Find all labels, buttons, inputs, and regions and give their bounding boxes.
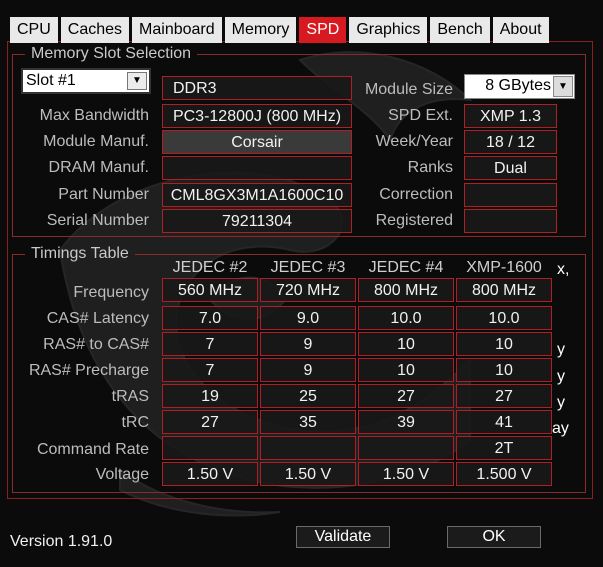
module-size-value: 8 GBytes bbox=[485, 77, 551, 94]
ras-to-cas-jedec-2: 7 bbox=[162, 332, 258, 356]
registered-label: Registered bbox=[375, 212, 453, 229]
week-year-label: Week/Year bbox=[375, 133, 453, 150]
voltage-jedec-2: 1.50 V bbox=[162, 462, 258, 486]
voltage-jedec-3: 1.50 V bbox=[260, 462, 356, 486]
cas-latency-label: CAS# Latency bbox=[46, 310, 149, 327]
module-size-label: Module Size bbox=[364, 81, 453, 98]
ras-to-cas-jedec-3: 9 bbox=[260, 332, 356, 356]
serial-number-value: 79211304 bbox=[162, 209, 352, 233]
voltage-xmp: 1.500 V bbox=[456, 462, 552, 486]
ras-precharge-xmp: 10 bbox=[456, 358, 552, 382]
tras-jedec-4: 27 bbox=[358, 384, 454, 408]
trc-jedec-2: 27 bbox=[162, 410, 258, 434]
ras-to-cas-xmp: 10 bbox=[456, 332, 552, 356]
dram-manuf-label: DRAM Manuf. bbox=[48, 159, 149, 176]
tab-graphics[interactable]: Graphics bbox=[349, 17, 428, 43]
tab-about[interactable]: About bbox=[492, 17, 549, 43]
frequency-jedec-3: 720 MHz bbox=[260, 278, 356, 302]
tras-label: tRAS bbox=[111, 388, 149, 405]
ras-precharge-jedec-3: 9 bbox=[260, 358, 356, 382]
spd-ext-value: XMP 1.3 bbox=[464, 104, 557, 128]
col-header-jedec-3: JEDEC #3 bbox=[270, 259, 346, 276]
module-manuf-value: Corsair bbox=[162, 130, 352, 154]
cas-latency-xmp: 10.0 bbox=[456, 306, 552, 330]
timings-table-title: Timings Table bbox=[31, 245, 129, 262]
tab-memory[interactable]: Memory bbox=[224, 17, 297, 43]
clipped-text-fragment: ay bbox=[552, 420, 569, 437]
col-header-jedec-4: JEDEC #4 bbox=[368, 259, 444, 276]
ras-to-cas-jedec-4: 10 bbox=[358, 332, 454, 356]
voltage-label: Voltage bbox=[95, 466, 149, 483]
tras-jedec-2: 19 bbox=[162, 384, 258, 408]
tras-xmp: 27 bbox=[456, 384, 552, 408]
slot-select[interactable]: Slot #1 ▼ bbox=[21, 68, 151, 94]
ranks-value: Dual bbox=[464, 156, 557, 180]
frequency-jedec-4: 800 MHz bbox=[358, 278, 454, 302]
command-rate-jedec-2 bbox=[162, 436, 258, 460]
frequency-jedec-2: 560 MHz bbox=[162, 278, 258, 302]
trc-label: tRC bbox=[121, 414, 149, 431]
tras-jedec-3: 25 bbox=[260, 384, 356, 408]
validate-button[interactable]: Validate bbox=[296, 526, 390, 548]
tab-bench[interactable]: Bench bbox=[430, 17, 490, 43]
memory-slot-selection-title: Memory Slot Selection bbox=[31, 45, 192, 62]
clipped-text-fragment: y bbox=[557, 368, 565, 385]
tab-mainboard[interactable]: Mainboard bbox=[132, 17, 222, 43]
col-header-xmp-1600: XMP-1600 bbox=[466, 259, 542, 276]
spd-ext-label: SPD Ext. bbox=[388, 107, 453, 124]
trc-jedec-3: 35 bbox=[260, 410, 356, 434]
cas-latency-jedec-2: 7.0 bbox=[162, 306, 258, 330]
module-size-field: 8 GBytes ▼ bbox=[464, 74, 575, 99]
chevron-down-icon[interactable]: ▼ bbox=[127, 72, 147, 90]
trc-jedec-4: 39 bbox=[358, 410, 454, 434]
clipped-text-fragment: x, bbox=[557, 261, 570, 278]
command-rate-jedec-3 bbox=[260, 436, 356, 460]
serial-number-label: Serial Number bbox=[46, 212, 149, 229]
command-rate-label: Command Rate bbox=[36, 441, 149, 458]
frequency-label: Frequency bbox=[73, 284, 149, 301]
week-year-value: 18 / 12 bbox=[464, 130, 557, 154]
trc-xmp: 41 bbox=[456, 410, 552, 434]
version-label: Version 1.91.0 bbox=[10, 533, 113, 550]
tab-caches[interactable]: Caches bbox=[60, 17, 130, 43]
dram-manuf-value bbox=[162, 156, 352, 180]
clipped-text-fragment: y bbox=[557, 394, 565, 411]
ranks-label: Ranks bbox=[407, 159, 453, 176]
command-rate-jedec-4 bbox=[358, 436, 454, 460]
registered-value bbox=[464, 209, 557, 233]
ras-precharge-label: RAS# Precharge bbox=[28, 362, 149, 379]
max-bandwidth-label: Max Bandwidth bbox=[39, 107, 149, 124]
ras-to-cas-label: RAS# to CAS# bbox=[43, 336, 149, 353]
tab-spd[interactable]: SPD bbox=[299, 17, 347, 43]
correction-value bbox=[464, 183, 557, 207]
col-header-jedec-2: JEDEC #2 bbox=[172, 259, 248, 276]
max-bandwidth-value: PC3-12800J (800 MHz) bbox=[162, 104, 352, 128]
slot-select-value: Slot #1 bbox=[26, 72, 76, 89]
command-rate-xmp: 2T bbox=[456, 436, 552, 460]
module-manuf-label: Module Manuf. bbox=[43, 133, 149, 150]
voltage-jedec-4: 1.50 V bbox=[358, 462, 454, 486]
ras-precharge-jedec-2: 7 bbox=[162, 358, 258, 382]
correction-label: Correction bbox=[379, 186, 453, 203]
cas-latency-jedec-4: 10.0 bbox=[358, 306, 454, 330]
clipped-text-fragment: y bbox=[557, 341, 565, 358]
part-number-value: CML8GX3M1A1600C10 bbox=[162, 183, 352, 207]
ok-button[interactable]: OK bbox=[447, 526, 541, 548]
chevron-down-icon: ▼ bbox=[553, 76, 573, 97]
memory-type-value: DDR3 bbox=[162, 76, 352, 100]
tab-bar: CPU Caches Mainboard Memory SPD Graphics… bbox=[10, 17, 552, 43]
tab-cpu[interactable]: CPU bbox=[10, 17, 58, 43]
frequency-xmp: 800 MHz bbox=[456, 278, 552, 302]
cas-latency-jedec-3: 9.0 bbox=[260, 306, 356, 330]
ras-precharge-jedec-4: 10 bbox=[358, 358, 454, 382]
part-number-label: Part Number bbox=[58, 186, 149, 203]
